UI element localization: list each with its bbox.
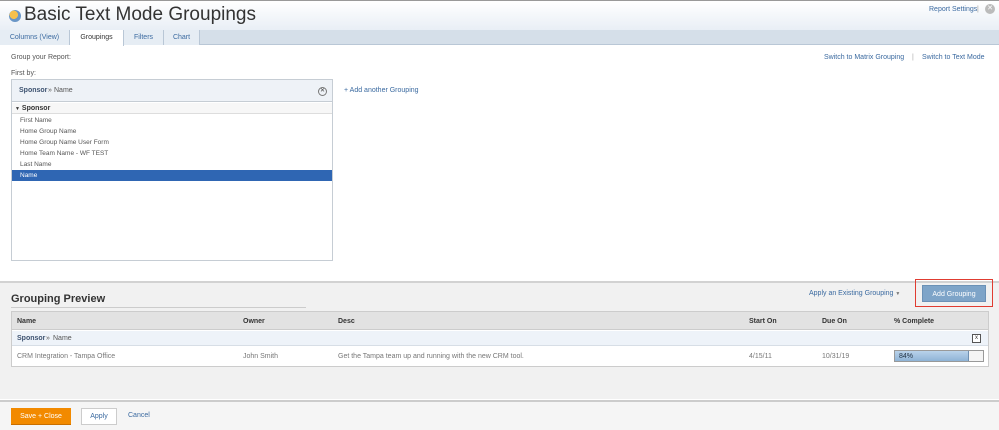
group-row: Sponsor » Name x [12, 331, 988, 346]
switch-text-mode-link[interactable]: Switch to Text Mode [922, 54, 985, 61]
switch-matrix-link[interactable]: Switch to Matrix Grouping [824, 54, 904, 61]
first-by-label: First by: [11, 70, 36, 77]
field-item[interactable]: Home Group Name [12, 126, 332, 137]
add-grouping-button[interactable]: Add Grouping [922, 285, 986, 302]
group-field: Name [53, 335, 72, 342]
group-category: Sponsor [17, 335, 46, 342]
tab-columns-view[interactable]: Columns (View) [0, 30, 70, 45]
separator: | [977, 6, 979, 13]
col-due-on[interactable]: Due On [822, 318, 847, 325]
progress-bar: 84% [894, 350, 984, 362]
progress-label: 84% [899, 353, 914, 360]
selected-category: Sponsor [19, 87, 48, 94]
grouping-field-list[interactable]: Sponsor » Name ✕ ▼ Sponsor First Name Ho… [11, 79, 333, 261]
remove-group-button[interactable]: x [972, 334, 981, 343]
cell-start: 4/15/11 [749, 353, 772, 360]
apply-button[interactable]: Apply [81, 408, 117, 425]
separator: | [912, 54, 914, 61]
col-percent-complete[interactable]: % Complete [894, 318, 934, 325]
cancel-link[interactable]: Cancel [128, 412, 150, 419]
group-report-label: Group your Report: [11, 54, 71, 61]
field-item[interactable]: Home Team Name - WF TEST [12, 148, 332, 159]
cell-owner: John Smith [243, 353, 279, 360]
tab-groupings[interactable]: Groupings [70, 30, 124, 46]
preview-title: Grouping Preview [11, 293, 306, 308]
tab-chart[interactable]: Chart [164, 30, 200, 45]
category-label: Sponsor [21, 105, 51, 112]
col-owner[interactable]: Owner [243, 318, 265, 325]
breadcrumb-sep: » [46, 335, 50, 342]
apply-existing-label: Apply an Existing Grouping [809, 290, 894, 297]
cell-name: CRM Integration - Tampa Office [17, 353, 116, 360]
save-close-button[interactable]: Save + Close [11, 408, 71, 425]
breadcrumb-sep: » [48, 87, 52, 94]
caret-down-icon: ▼ [895, 291, 901, 297]
selected-grouping: Sponsor » Name ✕ [12, 80, 332, 102]
selected-field: Name [54, 87, 73, 94]
field-item-selected[interactable]: Name [12, 170, 332, 181]
col-start-on[interactable]: Start On [749, 318, 777, 325]
add-another-grouping-link[interactable]: + Add another Grouping [344, 87, 419, 94]
close-icon[interactable]: ✕ [985, 4, 995, 14]
clear-icon[interactable]: ✕ [318, 87, 327, 96]
tab-bar: Columns (View) Groupings Filters Chart [0, 30, 999, 46]
field-item[interactable]: Last Name [12, 159, 332, 170]
cell-desc: Get the Tampa team up and running with t… [338, 353, 524, 360]
col-desc[interactable]: Desc [338, 318, 355, 325]
apply-existing-grouping-dropdown[interactable]: Apply an Existing Grouping ▼ [809, 290, 900, 297]
col-name[interactable]: Name [17, 318, 36, 325]
field-item[interactable]: First Name [12, 115, 332, 126]
tab-filters[interactable]: Filters [124, 30, 164, 45]
cell-due: 10/31/19 [822, 353, 850, 360]
field-item[interactable]: Home Group Name User Form [12, 137, 332, 148]
page-title: Basic Text Mode Groupings [24, 4, 256, 25]
caret-down-icon: ▼ [15, 106, 20, 112]
category-sponsor[interactable]: ▼ Sponsor [12, 103, 332, 114]
report-logo-icon [9, 10, 21, 22]
report-settings-link[interactable]: Report Settings [929, 6, 977, 13]
